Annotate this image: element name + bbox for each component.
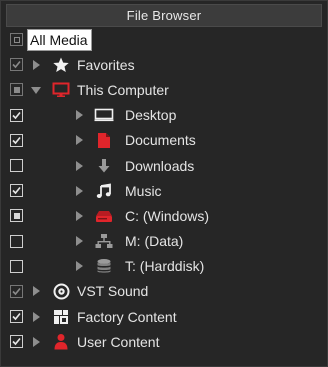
desktop-checkbox[interactable] bbox=[10, 108, 23, 122]
tree-item-factory-content[interactable]: Factory Content bbox=[1, 304, 327, 329]
star-icon bbox=[51, 56, 71, 74]
file-browser-panel: File Browser All Media Favorites This Co… bbox=[0, 0, 328, 367]
documents-label[interactable]: Documents bbox=[125, 131, 196, 149]
c-drive-checkbox[interactable] bbox=[10, 209, 23, 223]
t-drive-expand-arrow[interactable] bbox=[76, 261, 83, 272]
user-content-label[interactable]: User Content bbox=[77, 333, 159, 351]
tree-item-user-content[interactable]: User Content bbox=[1, 329, 327, 354]
music-note-icon bbox=[94, 182, 114, 200]
favorites-expand-arrow[interactable] bbox=[33, 59, 40, 70]
document-icon bbox=[94, 131, 114, 149]
music-label[interactable]: Music bbox=[125, 182, 162, 200]
factory-content-checkbox[interactable] bbox=[10, 310, 23, 324]
monitor-icon bbox=[51, 81, 71, 99]
network-drive-icon bbox=[94, 232, 114, 250]
favorites-checkbox[interactable] bbox=[10, 58, 23, 72]
downloads-expand-arrow[interactable] bbox=[76, 160, 83, 171]
desktop-label[interactable]: Desktop bbox=[125, 106, 176, 124]
tree-item-vst-sound[interactable]: VST Sound bbox=[1, 279, 327, 304]
factory-content-icon bbox=[51, 308, 71, 326]
all-media-checkbox[interactable] bbox=[10, 33, 23, 47]
media-tree: All Media Favorites This Computer Deskto… bbox=[1, 27, 327, 354]
m-drive-checkbox[interactable] bbox=[10, 234, 23, 248]
m-drive-expand-arrow[interactable] bbox=[76, 236, 83, 247]
music-checkbox[interactable] bbox=[10, 184, 23, 198]
panel-title-text: File Browser bbox=[126, 8, 202, 23]
tree-item-m-drive[interactable]: M: (Data) bbox=[1, 229, 327, 254]
user-content-expand-arrow[interactable] bbox=[33, 336, 40, 347]
tree-item-t-drive[interactable]: T: (Harddisk) bbox=[1, 254, 327, 279]
vst-sound-icon bbox=[51, 282, 71, 300]
tree-item-c-drive[interactable]: C: (Windows) bbox=[1, 203, 327, 228]
downloads-label[interactable]: Downloads bbox=[125, 157, 194, 175]
desktop-expand-arrow[interactable] bbox=[76, 110, 83, 121]
tree-item-music[interactable]: Music bbox=[1, 178, 327, 203]
tree-item-favorites[interactable]: Favorites bbox=[1, 52, 327, 77]
desktop-icon bbox=[94, 106, 114, 124]
tree-item-this-computer[interactable]: This Computer bbox=[1, 77, 327, 102]
documents-expand-arrow[interactable] bbox=[76, 135, 83, 146]
vst-sound-checkbox[interactable] bbox=[10, 284, 23, 298]
t-drive-checkbox[interactable] bbox=[10, 259, 23, 273]
c-drive-label[interactable]: C: (Windows) bbox=[125, 207, 209, 225]
this-computer-label[interactable]: This Computer bbox=[77, 81, 169, 99]
t-drive-label[interactable]: T: (Harddisk) bbox=[125, 257, 204, 275]
vst-sound-expand-arrow[interactable] bbox=[33, 286, 40, 297]
tree-item-downloads[interactable]: Downloads bbox=[1, 153, 327, 178]
all-media-label[interactable]: All Media bbox=[27, 28, 92, 51]
favorites-label[interactable]: Favorites bbox=[77, 56, 135, 74]
tree-item-desktop[interactable]: Desktop bbox=[1, 103, 327, 128]
download-icon bbox=[94, 157, 114, 175]
user-icon bbox=[51, 333, 71, 351]
documents-checkbox[interactable] bbox=[10, 133, 23, 147]
m-drive-label[interactable]: M: (Data) bbox=[125, 232, 183, 250]
drive-icon bbox=[94, 207, 114, 225]
factory-content-label[interactable]: Factory Content bbox=[77, 308, 177, 326]
this-computer-collapse-arrow[interactable] bbox=[31, 86, 41, 94]
downloads-checkbox[interactable] bbox=[10, 159, 23, 173]
c-drive-expand-arrow[interactable] bbox=[76, 210, 83, 221]
user-content-checkbox[interactable] bbox=[10, 335, 23, 349]
tree-item-all-media[interactable]: All Media bbox=[1, 27, 327, 52]
vst-sound-label[interactable]: VST Sound bbox=[77, 282, 148, 300]
this-computer-checkbox[interactable] bbox=[10, 83, 23, 97]
music-expand-arrow[interactable] bbox=[76, 185, 83, 196]
factory-content-expand-arrow[interactable] bbox=[33, 311, 40, 322]
disk-stack-icon bbox=[94, 257, 114, 275]
tree-item-documents[interactable]: Documents bbox=[1, 128, 327, 153]
panel-title: File Browser bbox=[6, 4, 322, 27]
